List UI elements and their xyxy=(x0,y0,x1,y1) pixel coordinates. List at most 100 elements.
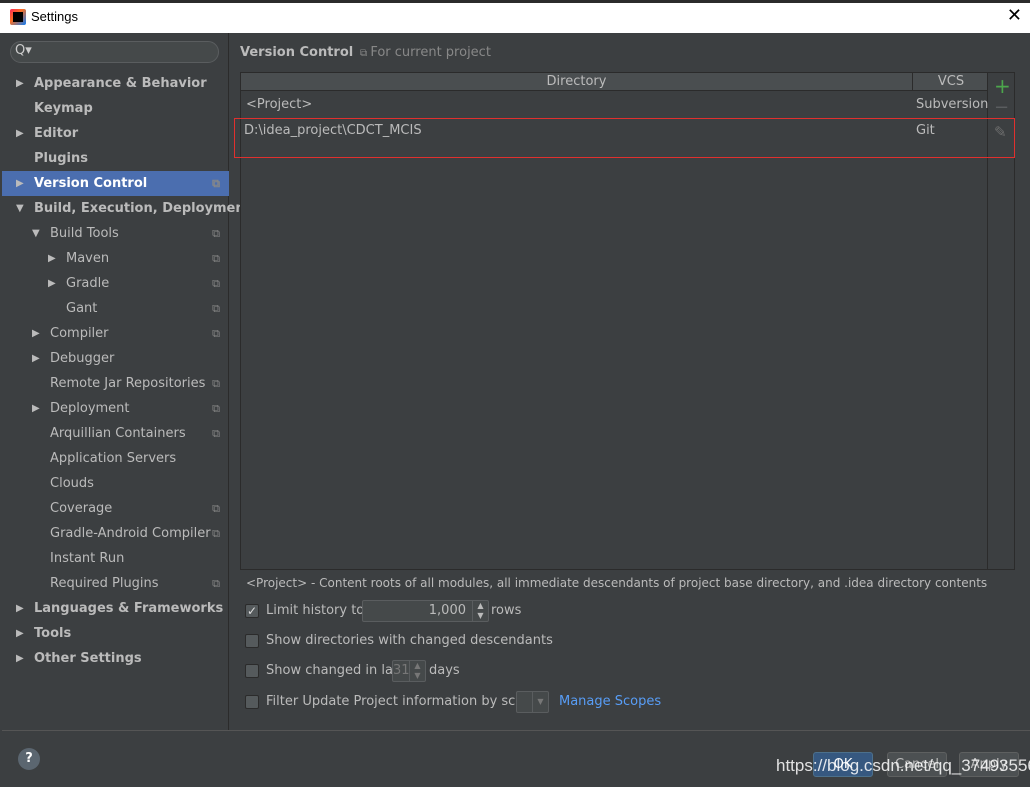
scope-dropdown[interactable]: ▼ xyxy=(516,691,549,713)
collapsed-arrow-icon[interactable]: ▶ xyxy=(32,396,40,421)
highlight-box xyxy=(234,118,1015,158)
sidebar-item-label: Arquillian Containers xyxy=(50,426,186,441)
directory-cell: <Project> xyxy=(246,97,313,112)
sidebar-item-maven[interactable]: ▶ Maven ⧉ xyxy=(2,246,229,271)
project-scope-icon: ⧉ xyxy=(212,252,220,265)
search-input[interactable]: Q▾ xyxy=(10,41,219,63)
sidebar-item-label: Build Tools xyxy=(50,226,119,241)
limit-history-spinner[interactable]: 1,000 ▲ ▼ xyxy=(362,600,489,622)
add-icon[interactable]: + xyxy=(994,74,1011,98)
watermark: https://blog.csdn.net/qq_37493556 xyxy=(776,756,1030,775)
window-title: Settings xyxy=(31,9,78,24)
sidebar-item-label: Deployment xyxy=(50,401,130,416)
collapsed-arrow-icon[interactable]: ▶ xyxy=(16,71,24,96)
sidebar-item-other-settings[interactable]: ▶ Other Settings xyxy=(2,646,229,671)
sidebar-item-label: Compiler xyxy=(50,326,109,341)
settings-sidebar: Q▾ ▶ Appearance & Behavior Keymap ▶ Editor Pl… xyxy=(2,33,251,730)
sidebar-item-appearance-behavior[interactable]: ▶ Appearance & Behavior xyxy=(2,71,229,96)
manage-scopes-link[interactable]: Manage Scopes xyxy=(559,691,661,713)
collapsed-arrow-icon[interactable]: ▶ xyxy=(16,171,24,196)
close-icon[interactable]: ✕ xyxy=(1007,5,1022,26)
collapsed-arrow-icon[interactable]: ▶ xyxy=(16,621,24,646)
sidebar-item-label: Debugger xyxy=(50,351,115,366)
filter-scope-checkbox[interactable] xyxy=(245,695,259,709)
sidebar-item-label: Remote Jar Repositories xyxy=(50,376,206,391)
project-scope-icon: ⧉ xyxy=(212,427,220,440)
collapsed-arrow-icon[interactable]: ▶ xyxy=(48,246,56,271)
column-header-directory[interactable]: Directory xyxy=(241,73,913,90)
sidebar-item-editor[interactable]: ▶ Editor xyxy=(2,121,229,146)
sidebar-item-label: Coverage xyxy=(50,501,113,516)
project-scope-icon: ⧉ xyxy=(212,227,220,240)
expanded-arrow-icon[interactable]: ▼ xyxy=(16,196,24,221)
table-row[interactable]: <Project> Subversion xyxy=(241,91,989,118)
sidebar-item-gant[interactable]: Gant ⧉ xyxy=(2,296,229,321)
project-scope-icon: ⧉ xyxy=(212,402,220,415)
project-scope-icon: ⧉ xyxy=(212,277,220,290)
collapsed-arrow-icon[interactable]: ▶ xyxy=(32,346,40,371)
project-scope-icon: ⧉ xyxy=(212,527,220,540)
sidebar-item-keymap[interactable]: Keymap xyxy=(2,96,229,121)
help-button[interactable]: ? xyxy=(18,748,40,770)
spinner-arrows-icon[interactable]: ▲ ▼ xyxy=(472,601,488,621)
sidebar-item-label: Instant Run xyxy=(50,551,125,566)
page-title: Version Control xyxy=(240,45,354,60)
sidebar-item-application-servers[interactable]: Application Servers xyxy=(2,446,229,471)
collapsed-arrow-icon[interactable]: ▶ xyxy=(48,271,56,296)
project-scope-icon: ⧉ xyxy=(212,502,220,515)
title-bar: Settings ✕ xyxy=(0,0,1030,33)
collapsed-arrow-icon[interactable]: ▶ xyxy=(16,596,24,621)
show-changed-checkbox[interactable] xyxy=(245,664,259,678)
sidebar-item-tools[interactable]: ▶ Tools xyxy=(2,621,229,646)
sidebar-item-remote-jar-repositories[interactable]: Remote Jar Repositories ⧉ xyxy=(2,371,229,396)
sidebar-item-label: Application Servers xyxy=(50,451,177,466)
sidebar-item-label: Required Plugins xyxy=(50,576,159,591)
sidebar-item-label: Build, Execution, Deployment xyxy=(34,201,251,216)
sidebar-item-build-tools[interactable]: ▼ Build Tools ⧉ xyxy=(2,221,229,246)
vcs-cell: Subversion xyxy=(916,97,989,112)
spinner-arrows-icon[interactable]: ▲ ▼ xyxy=(409,661,425,681)
sidebar-item-compiler[interactable]: ▶ Compiler ⧉ xyxy=(2,321,229,346)
sidebar-item-plugins[interactable]: Plugins xyxy=(2,146,229,171)
sidebar-item-deployment[interactable]: ▶ Deployment ⧉ xyxy=(2,396,229,421)
sidebar-item-instant-run[interactable]: Instant Run xyxy=(2,546,229,571)
collapsed-arrow-icon[interactable]: ▶ xyxy=(32,321,40,346)
sidebar-item-label: Appearance & Behavior xyxy=(34,76,207,91)
project-scope-icon: ⧉ xyxy=(212,327,220,340)
sidebar-item-label: Maven xyxy=(66,251,110,266)
sidebar-item-gradle-android-compiler[interactable]: Gradle-Android Compiler ⧉ xyxy=(2,521,229,546)
expanded-arrow-icon[interactable]: ▼ xyxy=(32,221,40,246)
sidebar-item-languages-frameworks[interactable]: ▶ Languages & Frameworks xyxy=(2,596,229,621)
project-scope-icon: ⧉ xyxy=(212,302,220,315)
sidebar-item-label: Clouds xyxy=(50,476,94,491)
column-header-vcs[interactable]: VCS xyxy=(914,73,988,90)
sidebar-item-required-plugins[interactable]: Required Plugins ⧉ xyxy=(2,571,229,596)
search-icon: Q▾ xyxy=(15,43,32,58)
sidebar-item-build-execution-deployment[interactable]: ▼ Build, Execution, Deployment xyxy=(2,196,251,221)
collapsed-arrow-icon[interactable]: ▶ xyxy=(16,646,24,671)
project-scope-icon: ⧉ xyxy=(212,377,220,390)
show-dirs-checkbox[interactable] xyxy=(245,634,259,648)
project-scope-icon: ⧉ xyxy=(212,177,220,190)
project-scope-icon: ⧉ xyxy=(360,48,371,59)
collapsed-arrow-icon[interactable]: ▶ xyxy=(16,121,24,146)
chevron-down-icon: ▼ xyxy=(532,692,548,712)
sidebar-item-clouds[interactable]: Clouds xyxy=(2,471,229,496)
sidebar-item-coverage[interactable]: Coverage ⧉ xyxy=(2,496,229,521)
sidebar-item-label: Editor xyxy=(34,126,79,141)
sidebar-item-gradle[interactable]: ▶ Gradle ⧉ xyxy=(2,271,229,296)
sidebar-item-debugger[interactable]: ▶ Debugger xyxy=(2,346,229,371)
intellij-logo-icon xyxy=(10,9,26,25)
limit-history-checkbox[interactable]: ✓ xyxy=(245,604,259,618)
sidebar-item-label: Plugins xyxy=(34,151,88,166)
sidebar-item-version-control[interactable]: ▶ Version Control ⧉ xyxy=(2,171,229,196)
sidebar-item-arquillian-containers[interactable]: Arquillian Containers ⧉ xyxy=(2,421,229,446)
remove-icon[interactable]: − xyxy=(994,97,1009,118)
days-spinner[interactable]: 31 ▲ ▼ xyxy=(392,660,426,682)
sidebar-item-label: Version Control xyxy=(34,176,148,191)
sidebar-item-label: Gradle-Android Compiler xyxy=(50,526,211,541)
sidebar-item-label: Other Settings xyxy=(34,651,142,666)
scope-label: ⧉ For current project xyxy=(360,45,491,60)
project-scope-icon: ⧉ xyxy=(212,577,220,590)
sidebar-item-label: Languages & Frameworks xyxy=(34,601,224,616)
